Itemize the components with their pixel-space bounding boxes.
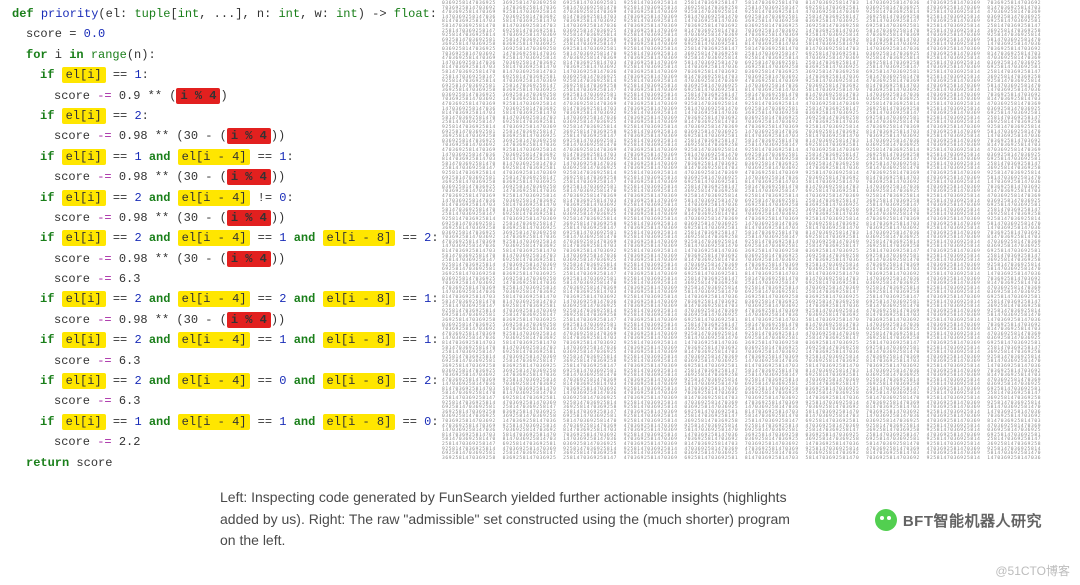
- admissible-set-matrix: 0369258147036925 3692581470369258 692581…: [440, 0, 1080, 473]
- attribution-text: @51CTO博客: [995, 562, 1070, 579]
- caption-line-2: added by us). Right: The raw "admissible…: [220, 511, 790, 527]
- wechat-icon: [875, 509, 897, 531]
- code-line-if2: if el[i] == 2:: [12, 106, 436, 126]
- code-line-if8: if el[i] == 2 and el[i - 4] == 0 and el[…: [12, 371, 436, 391]
- code-line-return: return score: [12, 453, 436, 473]
- code-line-s2: score -= 0.98 ** (30 - (i % 4)): [12, 126, 436, 146]
- code-line-s4: score -= 0.98 ** (30 - (i % 4)): [12, 208, 436, 228]
- code-line-if7: if el[i] == 2 and el[i - 4] == 1 and el[…: [12, 330, 436, 350]
- code-line-signature: def priority(el: tuple[int, ...], n: int…: [12, 4, 436, 24]
- code-line-s6: score -= 0.98 ** (30 - (i % 4)): [12, 310, 436, 330]
- code-line-if3: if el[i] == 1 and el[i - 4] == 1:: [12, 147, 436, 167]
- code-line-s1: score -= 0.9 ** (i % 4): [12, 86, 436, 106]
- code-line-s5: score -= 0.98 ** (30 - (i % 4)): [12, 249, 436, 269]
- code-panel: def priority(el: tuple[int, ...], n: int…: [0, 0, 440, 473]
- wechat-watermark: BFT智能机器人研究: [875, 509, 1042, 531]
- watermark-text: BFT智能机器人研究: [903, 510, 1042, 531]
- code-line-if1: if el[i] == 1:: [12, 65, 436, 85]
- code-line-s9: score -= 2.2: [12, 432, 436, 452]
- code-line-s7: score -= 6.3: [12, 351, 436, 371]
- code-line-if4: if el[i] == 2 and el[i - 4] != 0:: [12, 188, 436, 208]
- code-line-loop: for i in range(n):: [12, 45, 436, 65]
- caption-line-1: Left: Inspecting code generated by FunSe…: [220, 489, 787, 505]
- code-line-if5: if el[i] == 2 and el[i - 4] == 1 and el[…: [12, 228, 436, 248]
- code-line-init: score = 0.0: [12, 24, 436, 44]
- code-line-if9: if el[i] == 1 and el[i - 4] == 1 and el[…: [12, 412, 436, 432]
- caption-line-3: on the left.: [220, 532, 285, 548]
- code-line-s3: score -= 0.98 ** (30 - (i % 4)): [12, 167, 436, 187]
- code-line-if6: if el[i] == 2 and el[i - 4] == 2 and el[…: [12, 289, 436, 309]
- code-line-s8: score -= 6.3: [12, 391, 436, 411]
- code-line-s5b: score -= 6.3: [12, 269, 436, 289]
